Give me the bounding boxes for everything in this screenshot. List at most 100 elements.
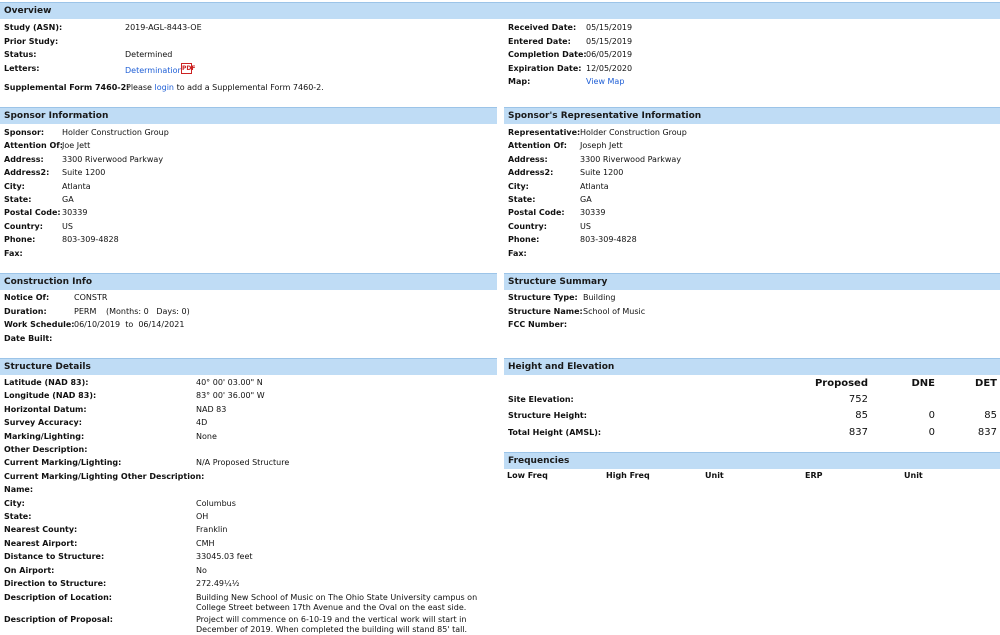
unit-col-header: Unit	[705, 471, 724, 480]
structure-detail-label: Other Description:	[4, 445, 88, 454]
structure-detail-label: On Airport:	[4, 565, 55, 575]
structure-detail-label: Nearest Airport:	[4, 538, 78, 548]
representative-field-label: Country:	[508, 221, 547, 231]
height-elevation-header: Height and Elevation	[504, 358, 1000, 375]
site-elevation-proposed: 752	[848, 394, 868, 405]
total-height-det: 837	[977, 427, 997, 438]
structure-detail-label: Distance to Structure:	[4, 552, 105, 562]
construction-header: Construction Info	[0, 273, 497, 290]
expiration-date-value: 12/05/2020	[586, 64, 633, 73]
structure-detail-label: Current Marking/Lighting:	[4, 458, 122, 468]
work-schedule-label: Work Schedule:	[4, 320, 75, 329]
proposed-col-header: Proposed	[814, 378, 868, 389]
proposal-label: Description of Proposal:	[4, 615, 113, 624]
representative-field-value: GA	[580, 195, 592, 204]
overview-header: Overview	[0, 2, 1000, 19]
structure-detail-value: 40° 00' 03.00" N	[196, 378, 263, 387]
sponsor-field-value: 30339	[62, 208, 88, 218]
supplemental-label: Supplemental Form 7460-2:	[4, 83, 130, 92]
work-schedule-value: 06/10/2019 to 06/14/2021	[74, 320, 185, 329]
view-map-link[interactable]: View Map	[586, 77, 624, 86]
det-col-header: DET	[975, 378, 997, 389]
structure-detail-label: Direction to Structure:	[4, 579, 107, 588]
representative-field-label: Address:	[508, 154, 548, 164]
low-freq-col-header: Low Freq	[507, 471, 548, 480]
location-label: Description of Location:	[4, 593, 112, 602]
frequencies-header: Frequencies	[504, 452, 1000, 469]
representative-field-value: Joseph Jett	[580, 141, 623, 151]
letters-label: Letters:	[4, 64, 40, 73]
supplemental-pre: Please	[126, 83, 152, 92]
representative-field-value: Holder Construction Group	[580, 128, 687, 137]
structure-details-header: Structure Details	[0, 358, 497, 375]
received-date-label: Received Date:	[508, 23, 577, 32]
total-height-proposed: 837	[848, 427, 868, 438]
site-elevation-label: Site Elevation:	[508, 395, 574, 404]
total-height-dne: 0	[928, 427, 935, 438]
sponsor-field-label: Phone:	[4, 235, 36, 245]
structure-detail-value: Columbus	[196, 498, 236, 508]
status-value: Determined	[125, 50, 173, 59]
entered-date-value: 05/15/2019	[586, 37, 633, 46]
structure-detail-label: State:	[4, 512, 32, 521]
representative-field-value: 30339	[580, 208, 606, 218]
sponsor-field-label: City:	[4, 181, 25, 191]
notice-label: Notice Of:	[4, 293, 50, 302]
structure-detail-label: Latitude (NAD 83):	[4, 378, 89, 387]
proposal-value: Project will commence on 6-10-19 and the…	[196, 615, 468, 634]
representative-field-label: Fax:	[508, 248, 527, 258]
representative-field-label: Attention Of:	[508, 141, 567, 151]
structure-detail-label: Current Marking/Lighting Other Descripti…	[4, 471, 205, 481]
structure-name-value: School of Music	[583, 307, 646, 316]
location-value: Building New School of Music on The Ohio…	[196, 593, 478, 612]
status-label: Status:	[4, 50, 37, 59]
structure-summary-header: Structure Summary	[504, 273, 1000, 290]
sponsor-field-value: US	[62, 221, 73, 231]
representative-field-label: Postal Code:	[508, 208, 565, 218]
structure-detail-value: Franklin	[196, 525, 228, 535]
structure-type-label: Structure Type:	[508, 293, 578, 302]
entered-date-label: Entered Date:	[508, 37, 571, 46]
sponsor-field-label: Country:	[4, 221, 43, 231]
sponsor-header: Sponsor Information	[0, 107, 497, 124]
pdf-icon[interactable]: PDF	[181, 63, 195, 74]
sponsor-field-value: 803-309-4828	[62, 235, 119, 245]
sponsor-field-label: Fax:	[4, 248, 23, 258]
structure-detail-label: Nearest County:	[4, 525, 78, 535]
structure-detail-label: Horizontal Datum:	[4, 404, 87, 414]
representative-field-label: State:	[508, 195, 536, 204]
representative-field-label: City:	[508, 181, 529, 191]
representative-field-label: Representative:	[508, 128, 581, 137]
completion-date-value: 06/05/2019	[586, 50, 633, 59]
date-built-label: Date Built:	[4, 334, 53, 343]
structure-height-det: 85	[984, 410, 997, 421]
supplemental-post: to add a Supplemental Form 7460-2.	[176, 83, 324, 92]
sponsor-field-value: Joe Jett	[62, 141, 91, 151]
structure-height-proposed: 85	[855, 410, 868, 421]
structure-detail-value: OH	[196, 512, 209, 521]
sponsor-field-label: Attention Of:	[4, 141, 63, 151]
sponsor-field-label: Address2:	[4, 168, 50, 178]
structure-detail-value: NAD 83	[196, 404, 227, 414]
duration-label: Duration:	[4, 307, 47, 316]
representative-field-value: Atlanta	[580, 181, 609, 191]
determination-link[interactable]: Determination	[125, 66, 183, 75]
sponsor-field-label: Sponsor:	[4, 128, 45, 137]
study-value: 2019-AGL-8443-OE	[125, 23, 202, 32]
sponsor-field-value: Atlanta	[62, 181, 91, 191]
fcc-number-label: FCC Number:	[508, 320, 568, 329]
structure-detail-label: Marking/Lighting:	[4, 431, 85, 441]
login-link[interactable]: login	[155, 83, 175, 92]
sponsor-field-label: Address:	[4, 154, 44, 164]
erp-col-header: ERP	[805, 471, 823, 480]
duration-value: PERM	[74, 307, 97, 316]
prior-study-label: Prior Study:	[4, 37, 59, 46]
structure-detail-value: No	[196, 565, 207, 575]
representative-header: Sponsor's Representative Information	[504, 107, 1000, 124]
structure-detail-label: Longitude (NAD 83):	[4, 391, 97, 401]
sponsor-field-value: Suite 1200	[62, 168, 106, 178]
structure-type-value: Building	[583, 293, 616, 302]
supplemental-text: Please login to add a Supplemental Form …	[126, 83, 324, 92]
structure-detail-value: 33045.03 feet	[196, 552, 253, 562]
sponsor-field-value: Holder Construction Group	[62, 128, 169, 137]
